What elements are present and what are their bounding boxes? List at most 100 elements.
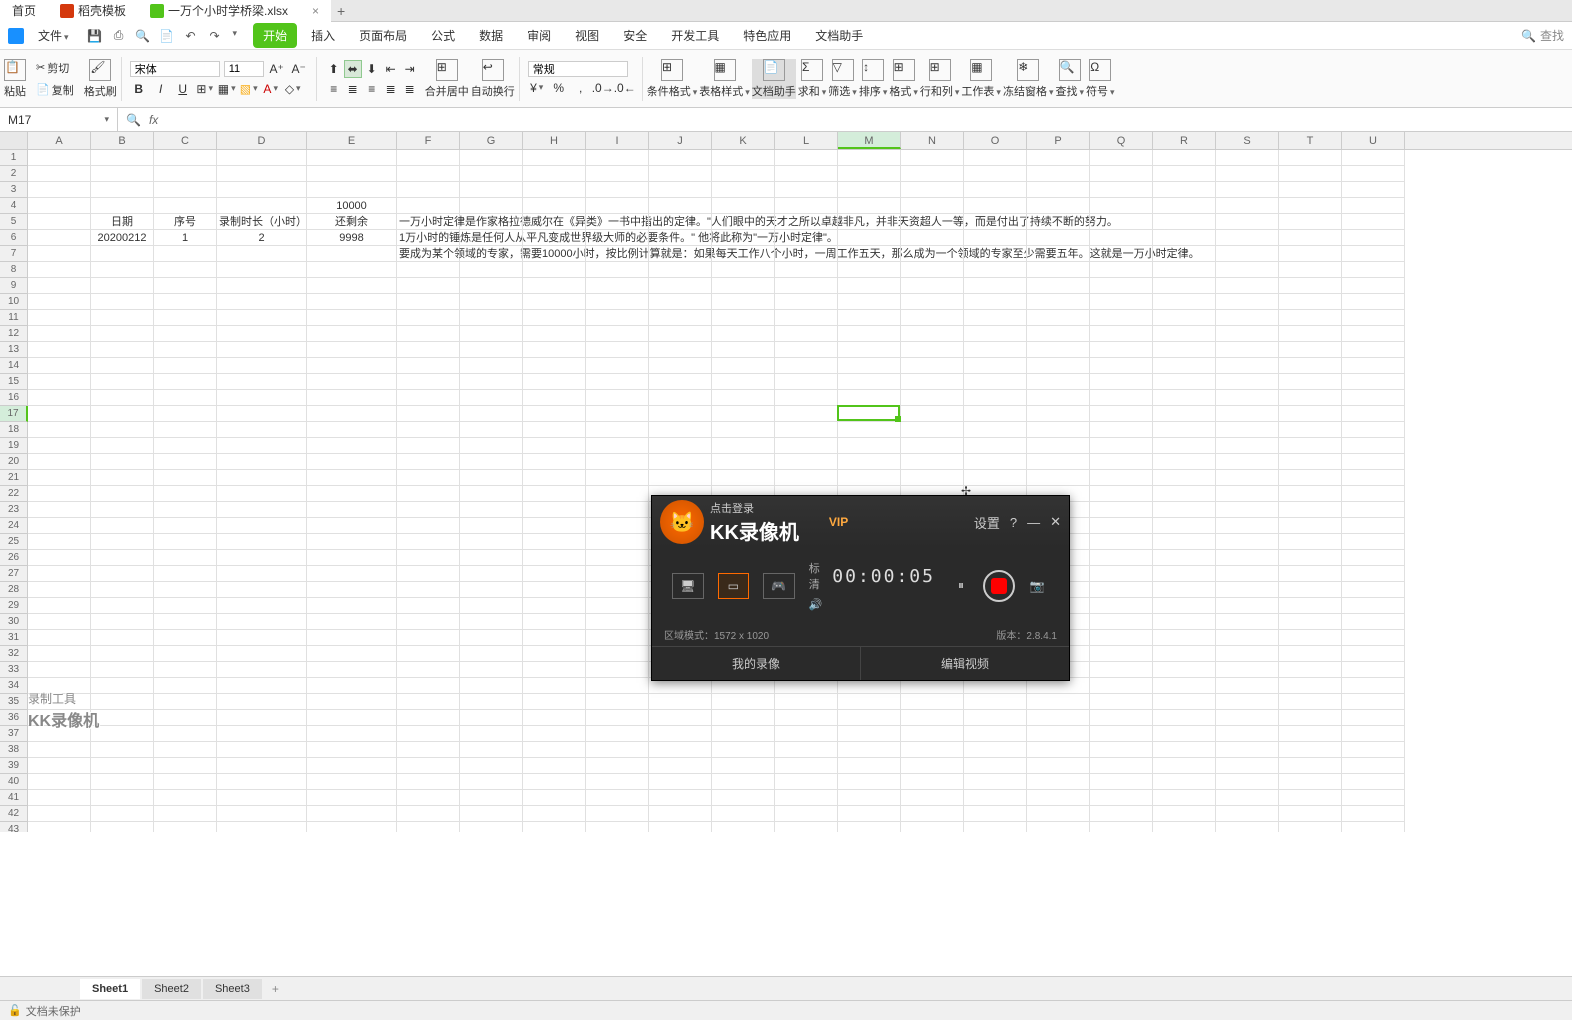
- cell[interactable]: [217, 502, 307, 518]
- cell[interactable]: [91, 582, 154, 598]
- cell[interactable]: [397, 774, 460, 790]
- cell[interactable]: [586, 310, 649, 326]
- cell[interactable]: [1153, 806, 1216, 822]
- cell[interactable]: [154, 742, 217, 758]
- col-header-K[interactable]: K: [712, 132, 775, 149]
- cell[interactable]: [1342, 726, 1405, 742]
- cell[interactable]: [460, 710, 523, 726]
- doc-helper-button[interactable]: 📄文档助手: [752, 59, 796, 99]
- filter-button[interactable]: ▽筛选▾: [828, 59, 857, 99]
- cell[interactable]: [397, 470, 460, 486]
- cell[interactable]: [964, 790, 1027, 806]
- cell[interactable]: [1027, 390, 1090, 406]
- cell[interactable]: [91, 502, 154, 518]
- cell[interactable]: [1027, 790, 1090, 806]
- cell[interactable]: [217, 294, 307, 310]
- recorder-pause-button[interactable]: ⏸: [949, 574, 973, 598]
- cell[interactable]: [397, 598, 460, 614]
- italic-button[interactable]: I: [152, 80, 170, 98]
- cell[interactable]: [307, 678, 397, 694]
- cell[interactable]: [1027, 358, 1090, 374]
- cell[interactable]: [1279, 758, 1342, 774]
- cell[interactable]: [307, 662, 397, 678]
- cell[interactable]: [712, 422, 775, 438]
- cell[interactable]: [1216, 326, 1279, 342]
- cell[interactable]: [1153, 374, 1216, 390]
- cell[interactable]: [1216, 214, 1279, 230]
- col-header-H[interactable]: H: [523, 132, 586, 149]
- cell[interactable]: 序号: [154, 214, 217, 230]
- cell[interactable]: [775, 150, 838, 166]
- cell[interactable]: [523, 310, 586, 326]
- cell[interactable]: [1153, 774, 1216, 790]
- font-shrink-icon[interactable]: A⁻: [290, 60, 308, 78]
- cell[interactable]: [91, 246, 154, 262]
- col-header-S[interactable]: S: [1216, 132, 1279, 149]
- font-name-select[interactable]: [130, 61, 220, 77]
- cell[interactable]: [964, 358, 1027, 374]
- cell[interactable]: [1090, 486, 1153, 502]
- cell[interactable]: [775, 182, 838, 198]
- cell[interactable]: [217, 166, 307, 182]
- cell[interactable]: [1216, 502, 1279, 518]
- cell[interactable]: [1342, 422, 1405, 438]
- cell[interactable]: [712, 246, 775, 262]
- cell[interactable]: [154, 294, 217, 310]
- cell[interactable]: [28, 774, 91, 790]
- cell[interactable]: [1216, 534, 1279, 550]
- cell[interactable]: [1090, 166, 1153, 182]
- cell[interactable]: [1153, 662, 1216, 678]
- cell[interactable]: [91, 326, 154, 342]
- cell[interactable]: [1342, 710, 1405, 726]
- cell[interactable]: [28, 806, 91, 822]
- freeze-panes-button[interactable]: ❄冻结窗格▾: [1003, 59, 1054, 99]
- cell[interactable]: [397, 438, 460, 454]
- cell[interactable]: [775, 406, 838, 422]
- cell[interactable]: [1279, 806, 1342, 822]
- col-header-P[interactable]: P: [1027, 132, 1090, 149]
- cell[interactable]: [28, 198, 91, 214]
- cell[interactable]: [1153, 614, 1216, 630]
- preview-icon[interactable]: 🔍: [135, 28, 151, 44]
- cell[interactable]: [307, 422, 397, 438]
- row-header-35[interactable]: 35: [0, 694, 28, 710]
- cell[interactable]: [523, 454, 586, 470]
- formula-input[interactable]: [166, 112, 1564, 127]
- wrap-text-button[interactable]: ↩自动换行: [471, 59, 515, 99]
- ribbon-tab-review[interactable]: 审阅: [517, 23, 561, 48]
- cell[interactable]: [649, 214, 712, 230]
- cell[interactable]: [964, 166, 1027, 182]
- cell[interactable]: [523, 710, 586, 726]
- row-header-16[interactable]: 16: [0, 390, 28, 406]
- row-header-12[interactable]: 12: [0, 326, 28, 342]
- cell[interactable]: [28, 534, 91, 550]
- cell[interactable]: [460, 742, 523, 758]
- font-color-button[interactable]: A▾: [262, 80, 280, 98]
- cell[interactable]: [1279, 374, 1342, 390]
- comma-icon[interactable]: ,: [572, 79, 590, 97]
- recorder-help-icon[interactable]: ?: [1010, 515, 1017, 530]
- cell[interactable]: [1279, 310, 1342, 326]
- cell[interactable]: [154, 822, 217, 832]
- cell[interactable]: [838, 758, 901, 774]
- cell[interactable]: [397, 758, 460, 774]
- cell[interactable]: [307, 694, 397, 710]
- cell[interactable]: [838, 262, 901, 278]
- cell[interactable]: [397, 550, 460, 566]
- cell[interactable]: [838, 454, 901, 470]
- cell[interactable]: [307, 390, 397, 406]
- cell[interactable]: 20200212: [91, 230, 154, 246]
- cell[interactable]: [307, 774, 397, 790]
- cell[interactable]: [397, 422, 460, 438]
- cell[interactable]: [1279, 150, 1342, 166]
- cell[interactable]: [838, 246, 901, 262]
- cell[interactable]: [901, 278, 964, 294]
- col-header-N[interactable]: N: [901, 132, 964, 149]
- cell[interactable]: [586, 518, 649, 534]
- cell[interactable]: [460, 518, 523, 534]
- cell[interactable]: [1090, 470, 1153, 486]
- copy-button[interactable]: 📄复制: [32, 80, 78, 100]
- cell[interactable]: [1279, 246, 1342, 262]
- cell[interactable]: [28, 582, 91, 598]
- align-justify-icon[interactable]: ≣: [382, 80, 400, 98]
